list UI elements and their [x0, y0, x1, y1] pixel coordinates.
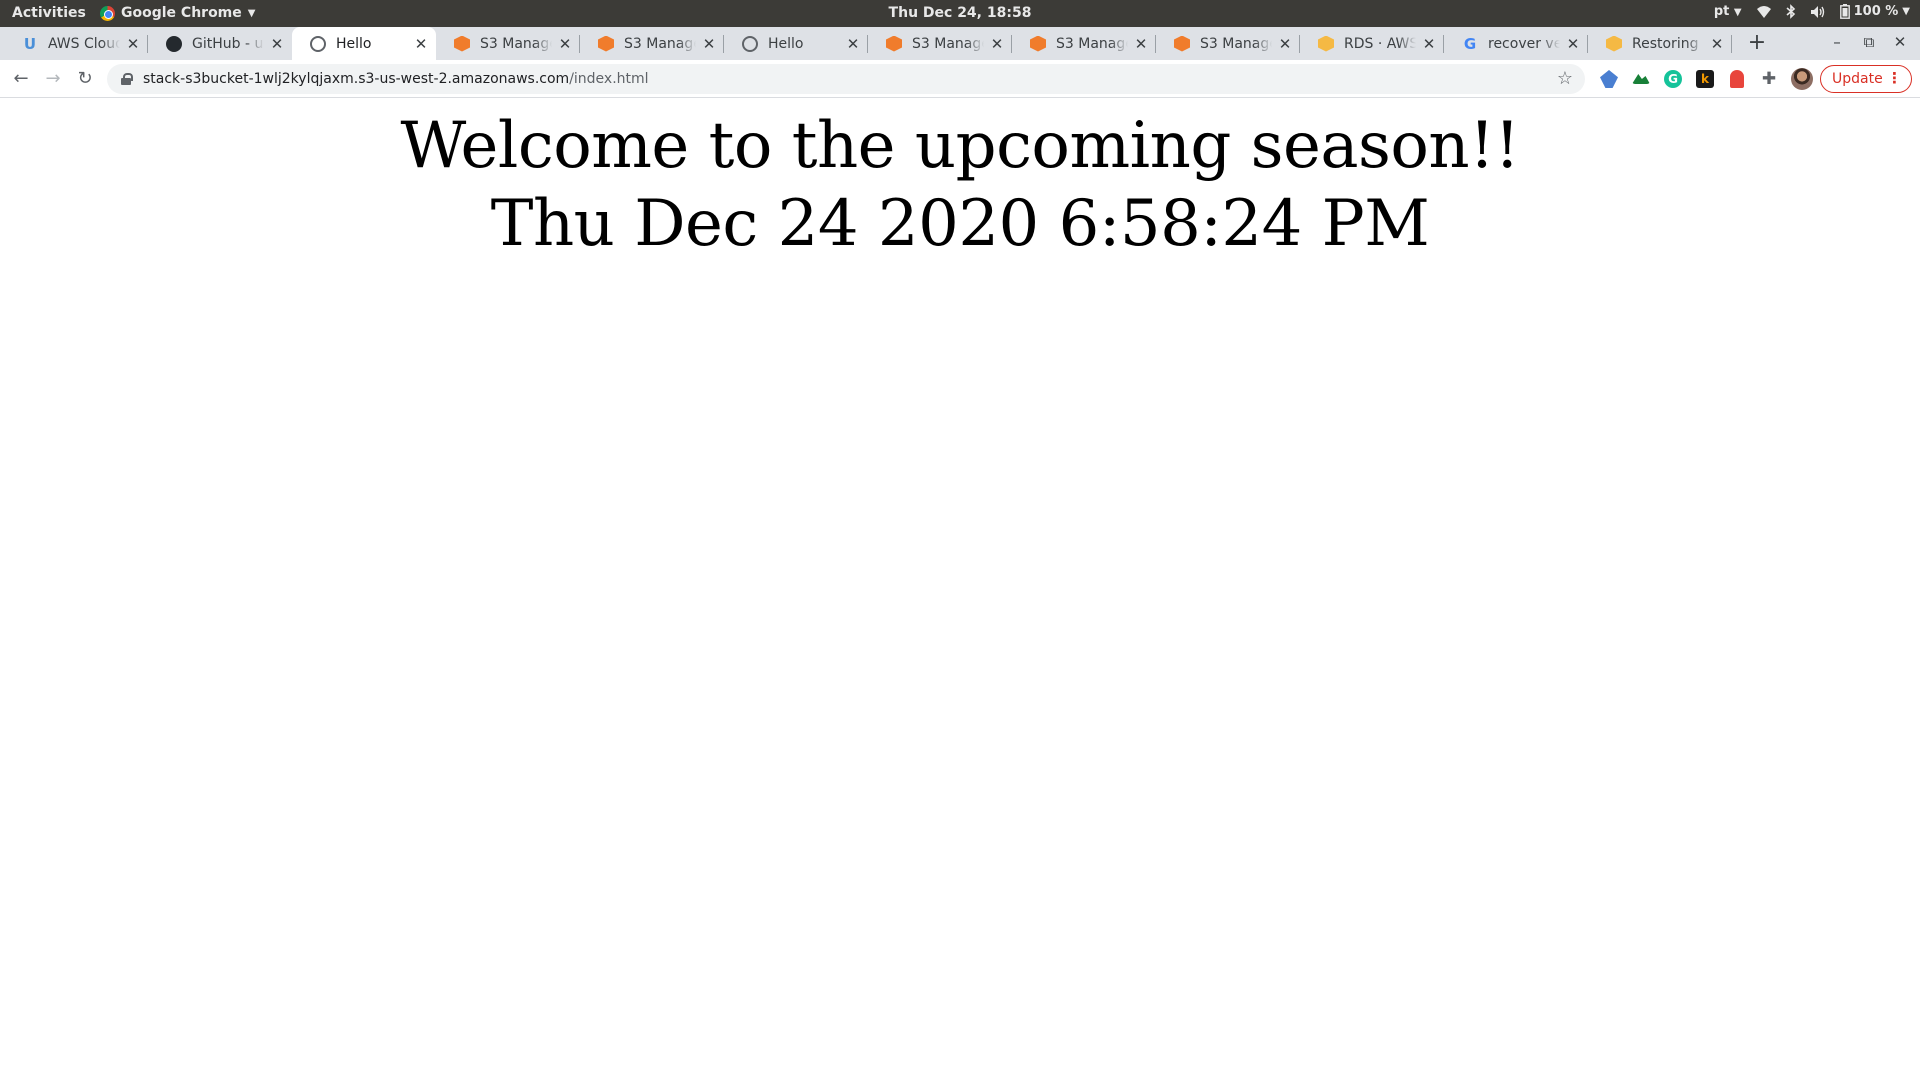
close-tab-icon[interactable]: ✕	[990, 36, 1004, 51]
tab[interactable]: GitHub - ud ✕	[148, 27, 292, 60]
address-bar[interactable]: stack-s3bucket-1wlj2kylqjaxm.s3-us-west-…	[107, 64, 1585, 94]
s3-icon	[1030, 35, 1046, 52]
volume-icon	[1810, 5, 1826, 19]
tab[interactable]: S3 Manager ✕	[868, 27, 1012, 60]
s3-icon	[454, 35, 470, 52]
close-tab-icon[interactable]: ✕	[702, 36, 716, 51]
wifi-icon	[1756, 5, 1772, 19]
s3-icon	[1174, 35, 1190, 52]
google-icon: G	[1463, 34, 1477, 53]
tab-title: S3 Manager	[1200, 35, 1272, 52]
s3-icon	[598, 35, 614, 52]
system-top-bar: Activities Google Chrome ▼ Thu Dec 24, 1…	[0, 0, 1920, 27]
app-name: Google Chrome	[121, 5, 242, 21]
s3-icon	[886, 35, 902, 52]
extension-scholar-icon[interactable]	[1600, 70, 1618, 88]
more-menu-icon: ⋮	[1887, 69, 1902, 87]
welcome-text: Welcome to the upcoming season!!	[400, 109, 1520, 183]
extension-k-icon[interactable]: k	[1696, 70, 1714, 88]
update-button[interactable]: Update ⋮	[1820, 65, 1912, 93]
restore-button[interactable]: ⧉	[1856, 33, 1882, 55]
web-page: Welcome to the upcoming season!! Thu Dec…	[0, 99, 1920, 1080]
tab[interactable]: Hello ✕	[724, 27, 868, 60]
tab-title: Hello	[768, 35, 804, 52]
close-tab-icon[interactable]: ✕	[414, 36, 428, 51]
globe-icon	[742, 35, 758, 52]
close-tab-icon[interactable]: ✕	[1566, 36, 1580, 51]
back-button[interactable]: ←	[8, 66, 34, 92]
chevron-down-icon: ▼	[247, 7, 256, 19]
url-path: /index.html	[569, 71, 649, 87]
activities-button[interactable]: Activities	[12, 5, 86, 21]
tab[interactable]: Restoring p ✕	[1588, 27, 1732, 60]
battery-icon	[1839, 4, 1850, 19]
close-tab-icon[interactable]: ✕	[1710, 36, 1724, 51]
tab-title: S3 Manager	[480, 35, 552, 52]
bookmark-star-icon[interactable]: ☆	[1557, 68, 1573, 89]
tab[interactable]: S3 Manager ✕	[580, 27, 724, 60]
github-icon	[166, 35, 182, 52]
extensions-puzzle-icon[interactable]: ✚	[1760, 70, 1778, 88]
close-tab-icon[interactable]: ✕	[1278, 36, 1292, 51]
tab-strip: + – ⧉ ✕ UAWS Cloud✕GitHub - ud✕Hello✕S3 …	[0, 27, 1920, 60]
lock-icon[interactable]	[121, 73, 133, 85]
system-clock[interactable]: Thu Dec 24, 18:58	[0, 5, 1920, 21]
tab-title: S3 Manager	[624, 35, 696, 52]
tab-title: recover ver	[1488, 35, 1560, 52]
page-heading: Welcome to the upcoming season!! Thu Dec…	[0, 107, 1920, 263]
tab[interactable]: Hello ✕	[292, 27, 436, 60]
tab-title: GitHub - ud	[192, 35, 264, 52]
tab[interactable]: RDS · AWS C ✕	[1300, 27, 1444, 60]
tab[interactable]: U AWS Cloud ✕	[4, 27, 148, 60]
bluetooth-icon	[1786, 4, 1796, 19]
battery-percent: 100 %	[1853, 4, 1899, 19]
tab-title: Hello	[336, 35, 372, 52]
extension-mountain-icon[interactable]	[1632, 74, 1650, 84]
tab[interactable]: Grecover ver ✕	[1444, 27, 1588, 60]
tab-title: Restoring p	[1632, 35, 1704, 52]
close-tab-icon[interactable]: ✕	[846, 36, 860, 51]
new-tab-button[interactable]: +	[1744, 31, 1770, 57]
close-tab-icon[interactable]: ✕	[558, 36, 572, 51]
avatar[interactable]	[1791, 68, 1813, 90]
browser-toolbar: ← → ↻ stack-s3bucket-1wlj2kylqjaxm.s3-us…	[0, 60, 1920, 98]
tab[interactable]: S3 Manager ✕	[1156, 27, 1300, 60]
language-indicator[interactable]: pt ▼	[1714, 4, 1742, 19]
aws-cloud-icon: U	[23, 34, 37, 53]
chevron-down-icon: ▼	[1902, 6, 1910, 17]
extension-red-icon[interactable]	[1730, 70, 1744, 88]
date-time-text: Thu Dec 24 2020 6:58:24 PM	[490, 187, 1430, 261]
globe-icon	[310, 35, 326, 52]
tab-title: S3 Manager	[912, 35, 984, 52]
aws-doc-icon	[1606, 35, 1622, 52]
grammarly-icon[interactable]: G	[1664, 70, 1682, 88]
system-tray[interactable]: pt ▼ 100 % ▼	[1714, 4, 1910, 19]
url-host: stack-s3bucket-1wlj2kylqjaxm.s3-us-west-…	[143, 71, 570, 87]
rds-icon	[1318, 35, 1334, 52]
close-tab-icon[interactable]: ✕	[1134, 36, 1148, 51]
reload-button[interactable]: ↻	[72, 66, 98, 92]
close-tab-icon[interactable]: ✕	[270, 36, 284, 51]
close-tab-icon[interactable]: ✕	[1422, 36, 1436, 51]
close-window-button[interactable]: ✕	[1887, 33, 1913, 55]
tab-title: AWS Cloud	[48, 35, 120, 52]
tab[interactable]: S3 Manager ✕	[436, 27, 580, 60]
tab[interactable]: S3 Manager ✕	[1012, 27, 1156, 60]
app-menu[interactable]: Google Chrome ▼	[100, 5, 255, 21]
minimize-button[interactable]: –	[1824, 33, 1850, 55]
battery-indicator[interactable]: 100 % ▼	[1839, 4, 1910, 19]
chrome-icon	[100, 5, 115, 21]
forward-button[interactable]: →	[40, 66, 66, 92]
tab-title: S3 Manager	[1056, 35, 1128, 52]
tab-divider	[1731, 35, 1732, 53]
close-tab-icon[interactable]: ✕	[126, 36, 140, 51]
chevron-down-icon: ▼	[1733, 7, 1742, 18]
update-label: Update	[1832, 71, 1883, 87]
tab-title: RDS · AWS C	[1344, 35, 1416, 52]
